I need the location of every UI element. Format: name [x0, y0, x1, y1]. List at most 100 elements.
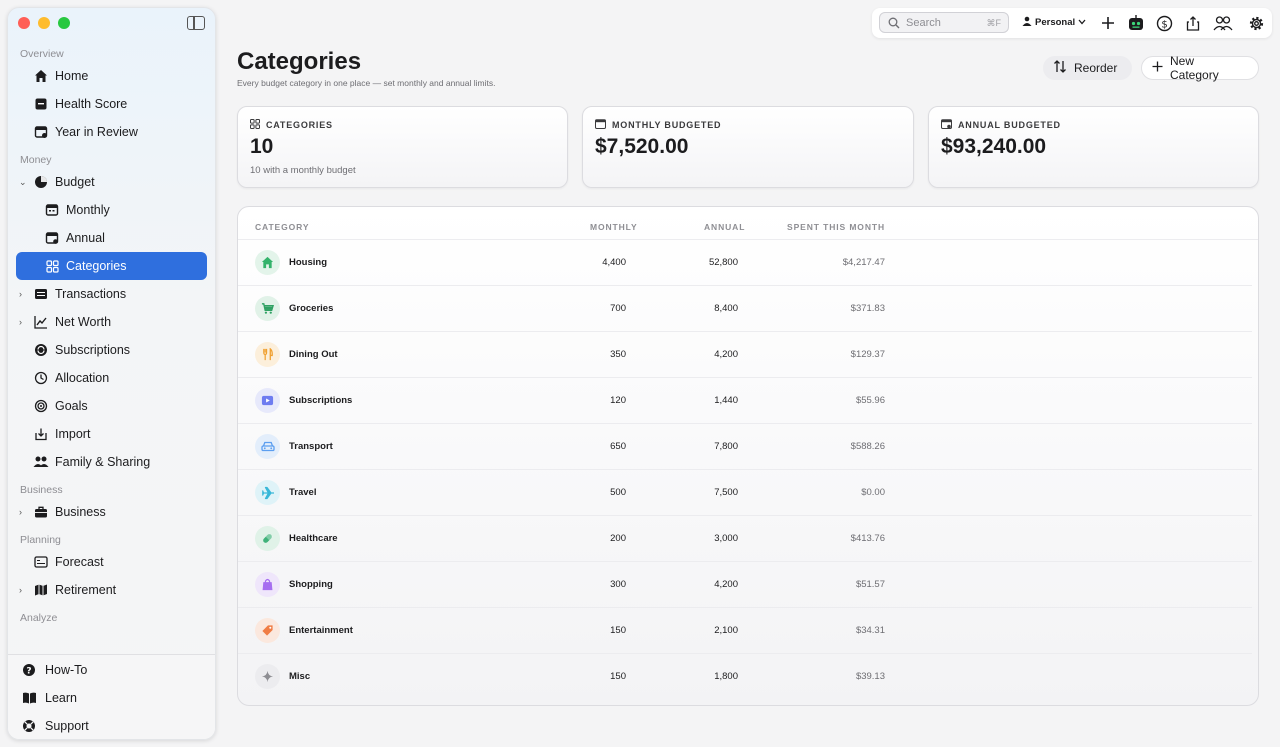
people-sharing-icon[interactable]: [1213, 13, 1233, 33]
sidebar-item-transactions[interactable]: › Transactions: [8, 280, 215, 308]
sidebar-item-label: Net Worth: [55, 315, 112, 329]
svg-text:$: $: [1161, 19, 1167, 30]
search-shortcut: ⌘F: [986, 18, 1002, 28]
profile-switcher[interactable]: Personal: [1022, 16, 1086, 29]
sidebar-item-forecast[interactable]: Forecast: [8, 548, 215, 576]
pill-icon: [255, 526, 280, 551]
plus-icon: [1152, 61, 1163, 75]
annual-budget-value: 4,200: [714, 349, 738, 360]
new-category-button[interactable]: New Category: [1141, 54, 1259, 82]
spent-this-month-value: $413.76: [850, 533, 885, 544]
new-category-label: New Category: [1170, 54, 1219, 82]
sidebar-item-health-score[interactable]: Health Score: [8, 90, 215, 118]
category-name: Subscriptions: [289, 395, 353, 406]
sidebar-item-allocation[interactable]: Allocation: [8, 364, 215, 392]
table-row[interactable]: Dining Out 350 4,200 $129.37: [238, 332, 1252, 378]
column-header-annual[interactable]: ANNUAL: [704, 222, 745, 232]
chevron-right-icon[interactable]: ›: [19, 289, 22, 299]
chevron-right-icon[interactable]: ›: [19, 317, 22, 327]
sidebar-item-family-sharing[interactable]: Family & Sharing: [8, 448, 215, 476]
table-row[interactable]: Entertainment 150 2,100 $34.31: [238, 608, 1252, 654]
sidebar-item-annual[interactable]: Annual: [8, 224, 215, 252]
calendar-month-icon: [44, 202, 60, 218]
assistant-robot-icon[interactable]: [1126, 13, 1146, 33]
spent-this-month-value: $39.13: [855, 671, 885, 682]
table-row[interactable]: Housing 4,400 52,800 $4,217.47: [238, 240, 1252, 286]
table-row[interactable]: Misc 150 1,800 $39.13: [238, 654, 1252, 700]
column-header-monthly[interactable]: MONTHLY: [590, 222, 638, 232]
sidebar-item-label: Annual: [66, 231, 105, 245]
table-row[interactable]: Travel 500 7,500 $0.00: [238, 470, 1252, 516]
section-overview: Overview: [20, 48, 64, 60]
gear-icon[interactable]: [1246, 13, 1266, 33]
search-input[interactable]: Search ⌘F: [879, 12, 1009, 33]
category-name: Entertainment: [289, 625, 353, 636]
sidebar-item-budget[interactable]: ⌄ Budget: [8, 168, 215, 196]
sidebar-item-home[interactable]: Home: [8, 62, 215, 90]
sidebar-item-categories[interactable]: Categories: [16, 252, 207, 280]
sidebar-item-business[interactable]: › Business: [8, 498, 215, 526]
sidebar-item-goals[interactable]: Goals: [8, 392, 215, 420]
sidebar-item-label: Monthly: [66, 203, 110, 217]
sidebar-item-import[interactable]: Import: [8, 420, 215, 448]
column-header-category[interactable]: CATEGORY: [255, 222, 309, 232]
pie-chart-icon: [33, 174, 49, 190]
share-icon[interactable]: [1183, 13, 1203, 33]
sidebar-item-year-in-review[interactable]: Year in Review: [8, 118, 215, 146]
categories-table: CATEGORY MONTHLY ANNUAL SPENT THIS MONTH…: [237, 206, 1259, 706]
table-row[interactable]: Shopping 300 4,200 $51.57: [238, 562, 1252, 608]
card-value: 10: [250, 135, 274, 158]
category-name: Transport: [289, 441, 333, 452]
sidebar-item-label: Health Score: [55, 97, 128, 111]
currency-refresh-icon[interactable]: $: [1154, 13, 1174, 33]
sidebar-item-how-to[interactable]: ? How-To: [8, 656, 215, 684]
monthly-budget-value: 150: [610, 671, 626, 682]
chevron-down-icon[interactable]: ⌄: [19, 177, 27, 188]
chevron-right-icon[interactable]: ›: [19, 585, 22, 595]
zoom-window-button[interactable]: [58, 17, 70, 29]
sidebar-item-label: Business: [55, 505, 106, 519]
sidebar-item-label: Transactions: [55, 287, 127, 301]
sidebar-toggle-icon[interactable]: [187, 16, 205, 30]
sidebar-item-learn[interactable]: Learn: [8, 684, 215, 712]
sidebar-item-label: Support: [45, 719, 89, 733]
grid-icon: [250, 119, 260, 131]
column-header-spent[interactable]: SPENT THIS MONTH: [787, 222, 885, 232]
spent-this-month-value: $51.57: [855, 579, 885, 590]
forecast-icon: [33, 554, 49, 570]
sort-arrows-icon: [1053, 60, 1067, 76]
annual-budget-value: 7,500: [714, 487, 738, 498]
sidebar-item-label: Learn: [45, 691, 77, 705]
sidebar-item-subscriptions[interactable]: Subscriptions: [8, 336, 215, 364]
sidebar-item-retirement[interactable]: › Retirement: [8, 576, 215, 604]
table-row[interactable]: Transport 650 7,800 $588.26: [238, 424, 1252, 470]
table-row[interactable]: Groceries 700 8,400 $371.83: [238, 286, 1252, 332]
table-row[interactable]: Healthcare 200 3,000 $413.76: [238, 516, 1252, 562]
sidebar: Overview Home Health Score Year in Revie…: [7, 7, 216, 740]
monthly-budget-value: 200: [610, 533, 626, 544]
sidebar-item-net-worth[interactable]: › Net Worth: [8, 308, 215, 336]
category-name: Shopping: [289, 579, 333, 590]
category-name: Healthcare: [289, 533, 338, 544]
people-icon: [33, 454, 49, 470]
chevron-right-icon[interactable]: ›: [19, 507, 22, 517]
add-icon[interactable]: [1098, 13, 1118, 33]
close-window-button[interactable]: [18, 17, 30, 29]
category-name: Travel: [289, 487, 317, 498]
sidebar-item-label: Year in Review: [55, 125, 138, 139]
sidebar-item-monthly[interactable]: Monthly: [8, 196, 215, 224]
annual-budget-value: 2,100: [714, 625, 738, 636]
play-icon: [255, 388, 280, 413]
airplane-icon: [255, 480, 280, 505]
grid-icon: [44, 258, 60, 274]
reorder-button[interactable]: Reorder: [1043, 56, 1132, 80]
scorecard-icon: [33, 96, 49, 112]
table-row[interactable]: Subscriptions 120 1,440 $55.96: [238, 378, 1252, 424]
person-icon: [1022, 16, 1032, 29]
sidebar-item-support[interactable]: Support: [8, 712, 215, 739]
minimize-window-button[interactable]: [38, 17, 50, 29]
card-label-text: MONTHLY BUDGETED: [612, 120, 722, 130]
card-label-text: CATEGORIES: [266, 120, 333, 130]
sidebar-item-label: Goals: [55, 399, 88, 413]
categories-card: CATEGORIES 10 10 with a monthly budget: [237, 106, 568, 188]
